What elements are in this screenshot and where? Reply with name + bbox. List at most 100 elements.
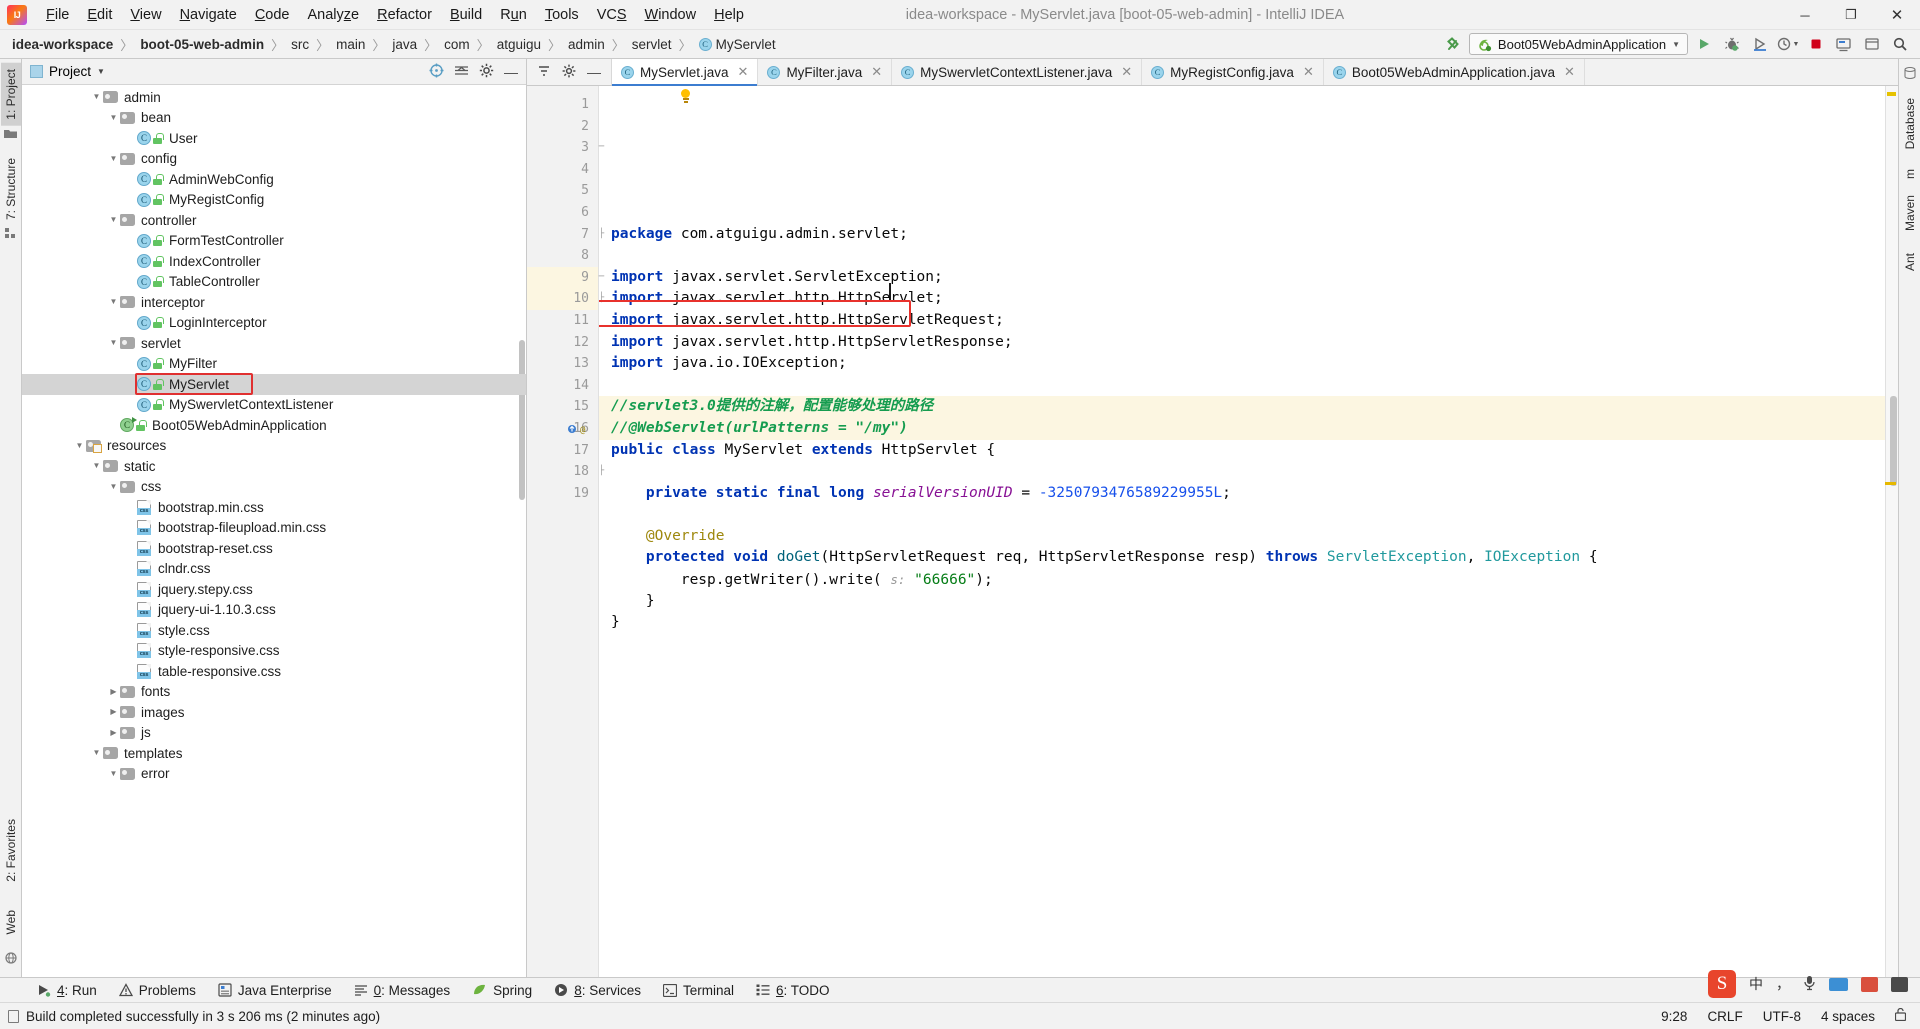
sidebar-item-database[interactable]: Database	[1900, 92, 1920, 155]
gutter-line-13[interactable]: 13	[527, 353, 598, 375]
sort-alphabetically-icon[interactable]	[537, 64, 551, 81]
hide-panel-icon[interactable]: —	[504, 67, 518, 77]
code-line-4[interactable]: import javax.servlet.http.HttpServlet;	[611, 288, 1885, 310]
tree-node[interactable]: table-responsive.css	[22, 661, 526, 682]
menu-window[interactable]: Window	[636, 2, 706, 28]
tree-node[interactable]: CFormTestController	[22, 231, 526, 252]
caret-position[interactable]: 9:28	[1651, 1009, 1697, 1024]
editor-tab-myfilter-java[interactable]: CMyFilter.java✕	[758, 59, 892, 85]
toolwindow-0-messages[interactable]: 0: Messages	[343, 981, 462, 1000]
tree-node[interactable]: CUser	[22, 128, 526, 149]
keyboard-icon[interactable]	[1829, 978, 1848, 991]
tree-node[interactable]: ▼templates	[22, 743, 526, 764]
tree-node[interactable]: CAdminWebConfig	[22, 169, 526, 190]
close-tab-icon[interactable]: ✕	[1564, 64, 1575, 80]
tree-node[interactable]: ▼interceptor	[22, 292, 526, 313]
tree-node[interactable]: jquery.stepy.css	[22, 579, 526, 600]
run-with-coverage-button[interactable]	[1747, 33, 1772, 56]
run-button[interactable]	[1691, 33, 1716, 56]
code-line-19[interactable]: }	[611, 612, 1885, 634]
gutter-line-10[interactable]: 10├	[527, 288, 598, 310]
tree-node[interactable]: ▶images	[22, 702, 526, 723]
gutter-line-6[interactable]: 6	[527, 202, 598, 224]
editor-scrollbar[interactable]	[1890, 396, 1897, 486]
maximize-button[interactable]: ❐	[1828, 0, 1874, 30]
hide-panel-icon[interactable]: —	[587, 68, 601, 76]
code-line-8[interactable]	[611, 375, 1885, 397]
tree-node[interactable]: ▼bean	[22, 108, 526, 129]
close-tab-icon[interactable]: ✕	[1121, 64, 1132, 80]
menu-refactor[interactable]: Refactor	[368, 2, 441, 28]
scroll-from-source-icon[interactable]	[429, 63, 444, 81]
toolbox-icon[interactable]	[1861, 977, 1878, 992]
chevron-down-icon[interactable]: ▼	[107, 483, 120, 491]
code-line-13[interactable]: private static final long serialVersionU…	[611, 483, 1885, 505]
gear-icon[interactable]	[479, 63, 494, 81]
tree-node[interactable]: CLoginInterceptor	[22, 313, 526, 334]
breadcrumb-item-idea-workspace[interactable]: idea-workspace	[10, 37, 115, 52]
tree-node[interactable]: bootstrap-reset.css	[22, 538, 526, 559]
tree-node[interactable]: CBoot05WebAdminApplication	[22, 415, 526, 436]
gutter-line-16[interactable]: 16├@	[527, 418, 598, 440]
error-stripe-marker-bar[interactable]	[1885, 86, 1898, 977]
tree-node[interactable]: clndr.css	[22, 559, 526, 580]
toolwindow-java-enterprise[interactable]: Java Enterprise	[207, 981, 343, 1000]
code-line-12[interactable]	[611, 461, 1885, 483]
sidebar-item-web[interactable]: Web	[1, 904, 21, 940]
profiler-button[interactable]: ▼	[1775, 33, 1800, 56]
read-only-lock-icon[interactable]	[1885, 1008, 1916, 1024]
breadcrumb-item-java[interactable]: java	[390, 37, 419, 52]
gutter-line-1[interactable]: 1	[527, 94, 598, 116]
editor-tab-boot05webadminapplication-java[interactable]: CBoot05WebAdminApplication.java✕	[1324, 59, 1585, 85]
menu-run[interactable]: Run	[491, 2, 536, 28]
menu-navigate[interactable]: Navigate	[171, 2, 246, 28]
chevron-right-icon[interactable]: ▶	[107, 688, 120, 696]
chevron-down-icon[interactable]: ▼	[90, 749, 103, 757]
code-line-15[interactable]: @Override	[611, 526, 1885, 548]
close-tab-icon[interactable]: ✕	[871, 64, 882, 80]
project-tree[interactable]: ▼admin▼beanCUser▼configCAdminWebConfigCM…	[22, 85, 526, 977]
tree-node[interactable]: ▼css	[22, 477, 526, 498]
menu-tools[interactable]: Tools	[536, 2, 588, 28]
gear-icon[interactable]	[562, 64, 576, 81]
tree-node[interactable]: ▼controller	[22, 210, 526, 231]
menu-vcs[interactable]: VCS	[588, 2, 636, 28]
chevron-down-icon[interactable]: ▼	[90, 462, 103, 470]
breadcrumb-item-atguigu[interactable]: atguigu	[495, 37, 543, 52]
code-line-7[interactable]: import java.io.IOException;	[611, 353, 1885, 375]
breadcrumb-item-boot-05-web-admin[interactable]: boot-05-web-admin	[138, 37, 266, 52]
menu-help[interactable]: Help	[705, 2, 753, 28]
code-line-10[interactable]: //@WebServlet(urlPatterns = "/my")	[599, 418, 1885, 440]
debug-button[interactable]	[1719, 33, 1744, 56]
gutter-line-4[interactable]: 4	[527, 159, 598, 181]
chevron-down-icon[interactable]: ▼	[97, 67, 105, 76]
chevron-right-icon[interactable]: ▶	[107, 708, 120, 716]
code-line-2[interactable]	[611, 245, 1885, 267]
minimize-button[interactable]: ─	[1782, 0, 1828, 30]
gutter-line-5[interactable]: 5	[527, 180, 598, 202]
chevron-down-icon[interactable]: ▼	[107, 114, 120, 122]
code-line-16[interactable]: protected void doGet(HttpServletRequest …	[611, 547, 1885, 569]
tree-node[interactable]: ▼static	[22, 456, 526, 477]
sidebar-item-favorites[interactable]: 2: Favorites	[1, 813, 21, 888]
sidebar-item-project[interactable]: 1: Project	[1, 63, 21, 126]
ime-punctuation-label[interactable]: ，	[1776, 974, 1790, 994]
code-line-17[interactable]: resp.getWriter().write( s: "66666");	[611, 569, 1885, 591]
file-encoding[interactable]: UTF-8	[1753, 1009, 1811, 1024]
toolwindow-terminal[interactable]: Terminal	[652, 981, 745, 1000]
tree-node[interactable]: CIndexController	[22, 251, 526, 272]
tree-node[interactable]: ▼config	[22, 149, 526, 170]
chevron-down-icon[interactable]: ▼	[90, 93, 103, 101]
tree-node[interactable]: ▼resources	[22, 436, 526, 457]
code-line-6[interactable]: import javax.servlet.http.HttpServletRes…	[611, 332, 1885, 354]
code-line-9[interactable]: //servlet3.0提供的注解，配置能够处理的路径	[599, 396, 1885, 418]
toolwindow-4-run[interactable]: 4: Run	[26, 981, 108, 1000]
close-tab-icon[interactable]: ✕	[738, 64, 749, 80]
run-configuration-selector[interactable]: Boot05WebAdminApplication ▼	[1469, 33, 1688, 55]
gutter-line-15[interactable]: 15	[527, 396, 598, 418]
tree-node[interactable]: style-responsive.css	[22, 641, 526, 662]
chevron-down-icon[interactable]: ▼	[73, 442, 86, 450]
collapse-all-icon[interactable]	[454, 64, 469, 80]
editor-tab-myregistconfig-java[interactable]: CMyRegistConfig.java✕	[1142, 59, 1324, 85]
tree-node[interactable]: ▶js	[22, 723, 526, 744]
